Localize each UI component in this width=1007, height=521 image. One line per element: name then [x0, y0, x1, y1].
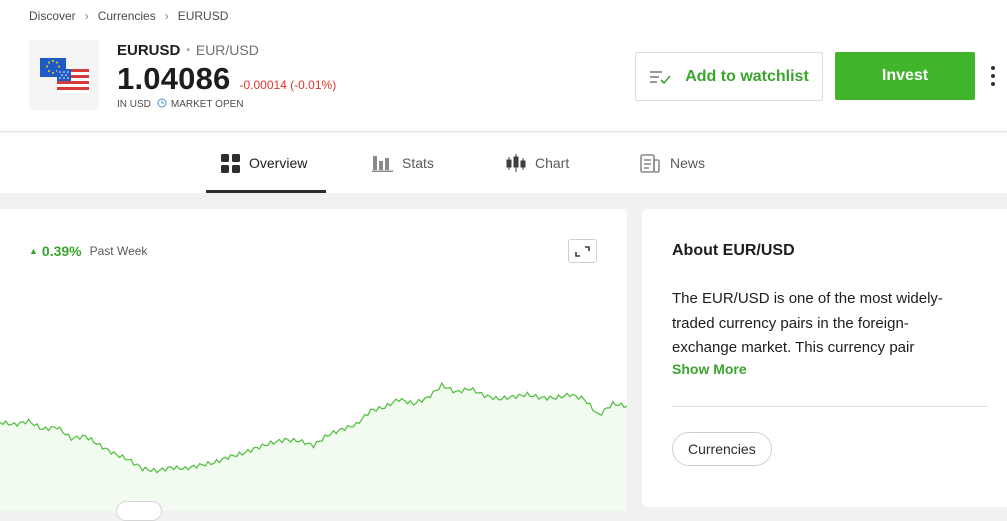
- tab-overview[interactable]: Overview: [221, 133, 307, 193]
- tab-chart[interactable]: Chart: [506, 133, 569, 193]
- currency-note: IN USD: [117, 99, 151, 110]
- performance-period: Past Week: [89, 244, 148, 258]
- news-icon: [640, 153, 661, 173]
- market-status: MARKET OPEN: [170, 99, 244, 110]
- more-options-icon[interactable]: [986, 64, 1000, 88]
- chevron-right-icon: ›: [84, 9, 89, 23]
- tab-stats[interactable]: Stats: [372, 133, 434, 193]
- tab-bar: Overview Stats Chart News: [0, 133, 1007, 193]
- clock-icon: [157, 98, 167, 111]
- currencies-tag[interactable]: Currencies: [672, 432, 772, 466]
- breadcrumb-discover[interactable]: Discover: [29, 9, 76, 23]
- tab-news-label: News: [670, 155, 706, 171]
- watchlist-icon: [649, 69, 671, 85]
- show-more-link[interactable]: Show More: [672, 361, 747, 377]
- grid-icon: [221, 153, 240, 173]
- performance-summary: ▲ 0.39% Past Week: [29, 243, 147, 259]
- chart-card: ▲ 0.39% Past Week: [0, 209, 627, 521]
- instrument-header: Discover › Currencies › EURUSD EURUSD •: [0, 0, 1007, 132]
- add-to-watchlist-button[interactable]: Add to watchlist: [635, 52, 823, 101]
- breadcrumb-eurusd[interactable]: EURUSD: [178, 9, 229, 23]
- expand-chart-button[interactable]: [568, 239, 597, 263]
- chevron-right-icon: ›: [164, 9, 169, 23]
- breadcrumb-currencies[interactable]: Currencies: [98, 9, 156, 23]
- instrument-logo: [29, 40, 99, 110]
- tab-news[interactable]: News: [640, 133, 705, 193]
- instrument-price: 1.04086: [117, 61, 231, 96]
- about-title: About EUR/USD: [672, 242, 795, 259]
- about-card: About EUR/USD The EUR/USD is one of the …: [642, 209, 1007, 507]
- eu-us-flags-icon: [40, 58, 89, 93]
- candlestick-icon: [506, 153, 526, 173]
- arrow-up-icon: ▲: [29, 246, 38, 256]
- instrument-symbol: EURUSD: [117, 41, 181, 59]
- price-change: -0.00014 (-0.01%): [239, 78, 337, 92]
- divider: [672, 406, 988, 407]
- bar-chart-icon: [372, 155, 393, 172]
- range-chip[interactable]: [116, 501, 162, 521]
- instrument-info: EURUSD • EUR/USD 1.04086 -0.00014 (-0.01…: [117, 40, 336, 111]
- about-description: The EUR/USD is one of the most widely-tr…: [672, 290, 943, 356]
- tab-stats-label: Stats: [402, 155, 434, 171]
- instrument-pair: EUR/USD: [195, 42, 259, 58]
- watchlist-label: Add to watchlist: [685, 67, 809, 85]
- tab-chart-label: Chart: [535, 155, 570, 171]
- separator-dot: •: [186, 44, 190, 56]
- invest-button[interactable]: Invest: [835, 52, 975, 100]
- price-chart: [0, 381, 627, 511]
- active-tab-indicator: [206, 190, 326, 193]
- tab-overview-label: Overview: [249, 155, 308, 171]
- expand-icon: [575, 245, 590, 257]
- performance-change: 0.39%: [41, 243, 82, 259]
- breadcrumb: Discover › Currencies › EURUSD: [29, 8, 228, 24]
